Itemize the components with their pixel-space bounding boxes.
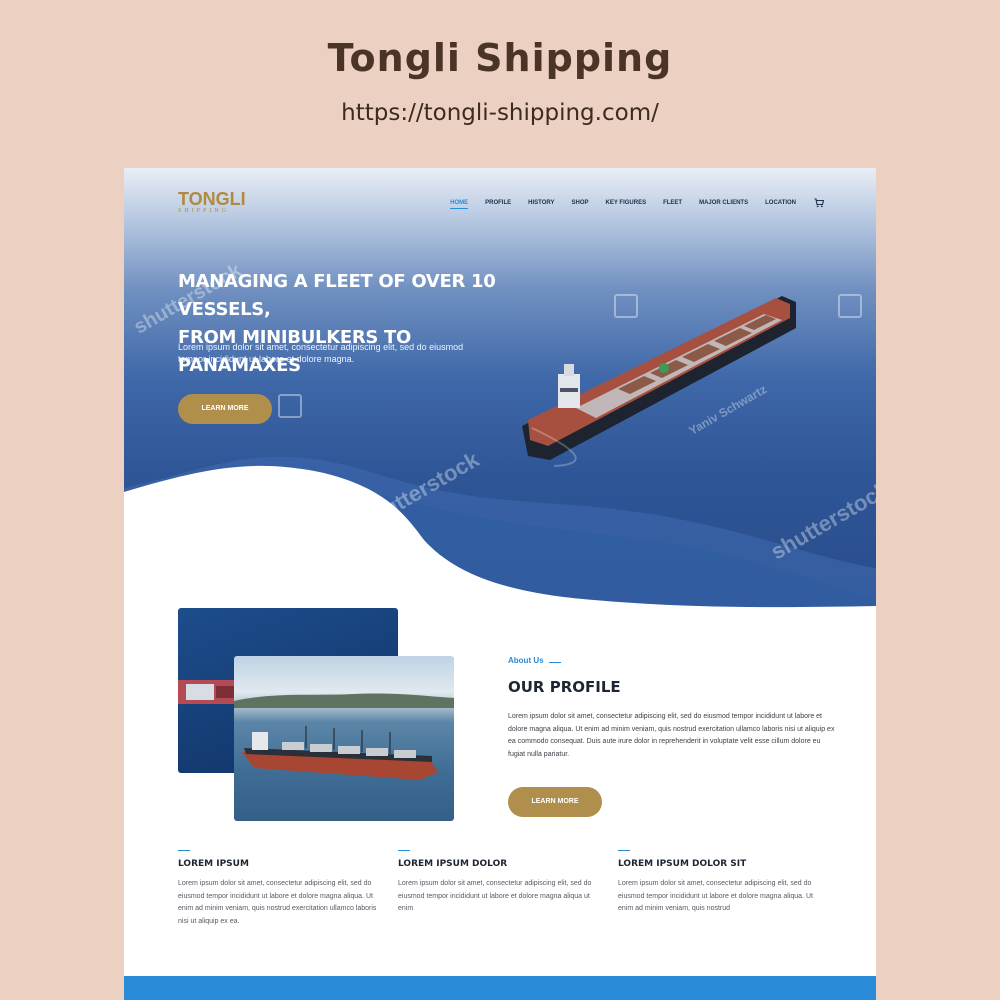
about-tag-underline bbox=[549, 662, 561, 663]
showcase-url[interactable]: https://tongli-shipping.com/ bbox=[0, 100, 1000, 126]
logo-wordmark: TONGLI bbox=[178, 189, 246, 209]
feature-title: LOREM IPSUM bbox=[178, 859, 249, 869]
hero-learn-more-button[interactable]: LEARN MORE bbox=[178, 394, 272, 424]
cargo-ship-photo bbox=[234, 656, 454, 821]
cart-icon[interactable] bbox=[814, 198, 824, 208]
logo[interactable]: TONGLI SHIPPING bbox=[178, 190, 252, 216]
watermark-icon bbox=[838, 294, 862, 318]
feature-text: Lorem ipsum dolor sit amet, consectetur … bbox=[398, 880, 592, 913]
feature-column: LOREM IPSUM DOLOR SIT Lorem ipsum dolor … bbox=[618, 850, 823, 916]
nav-profile[interactable]: PROFILE bbox=[485, 200, 511, 206]
nav-major-clients[interactable]: MAJOR CLIENTS bbox=[699, 200, 748, 206]
nav-history[interactable]: HISTORY bbox=[528, 200, 554, 206]
website-screenshot: TONGLI SHIPPING HOME PROFILE HISTORY SHO… bbox=[124, 168, 876, 1000]
nav-home[interactable]: HOME bbox=[450, 200, 469, 209]
footer-bar bbox=[124, 976, 876, 1000]
about-title: OUR PROFILE bbox=[508, 678, 621, 696]
about-learn-more-button[interactable]: LEARN MORE bbox=[508, 787, 602, 817]
nav-key-figures[interactable]: KEY FIGURES bbox=[606, 200, 647, 206]
feature-dash bbox=[178, 850, 190, 851]
logo-subtitle: SHIPPING bbox=[178, 208, 230, 214]
about-text: Lorem ipsum dolor sit amet, consectetur … bbox=[508, 713, 835, 758]
cargo-ship-photo-graphic bbox=[234, 693, 454, 780]
feature-text: Lorem ipsum dolor sit amet, consectetur … bbox=[178, 880, 377, 925]
hero-section: TONGLI SHIPPING HOME PROFILE HISTORY SHO… bbox=[124, 168, 876, 608]
feature-dash bbox=[398, 850, 410, 851]
feature-title: LOREM IPSUM DOLOR SIT bbox=[618, 859, 747, 869]
about-tag: About Us bbox=[508, 656, 544, 665]
feature-column: LOREM IPSUM Lorem ipsum dolor sit amet, … bbox=[178, 850, 383, 928]
nav-location[interactable]: LOCATION bbox=[765, 200, 796, 206]
watermark-icon bbox=[278, 394, 302, 418]
cargo-ship-illustration bbox=[522, 296, 796, 467]
feature-text: Lorem ipsum dolor sit amet, consectetur … bbox=[618, 880, 813, 913]
feature-dash bbox=[618, 850, 630, 851]
feature-title: LOREM IPSUM DOLOR bbox=[398, 859, 508, 869]
main-nav: HOME PROFILE HISTORY SHOP KEY FIGURES FL… bbox=[433, 198, 824, 209]
nav-shop[interactable]: SHOP bbox=[572, 200, 589, 206]
hero-description: Lorem ipsum dolor sit amet, consectetur … bbox=[178, 342, 464, 364]
nav-fleet[interactable]: FLEET bbox=[663, 200, 682, 206]
feature-column: LOREM IPSUM DOLOR Lorem ipsum dolor sit … bbox=[398, 850, 603, 916]
showcase-title: Tongli Shipping bbox=[327, 36, 673, 80]
watermark-icon bbox=[614, 294, 638, 318]
